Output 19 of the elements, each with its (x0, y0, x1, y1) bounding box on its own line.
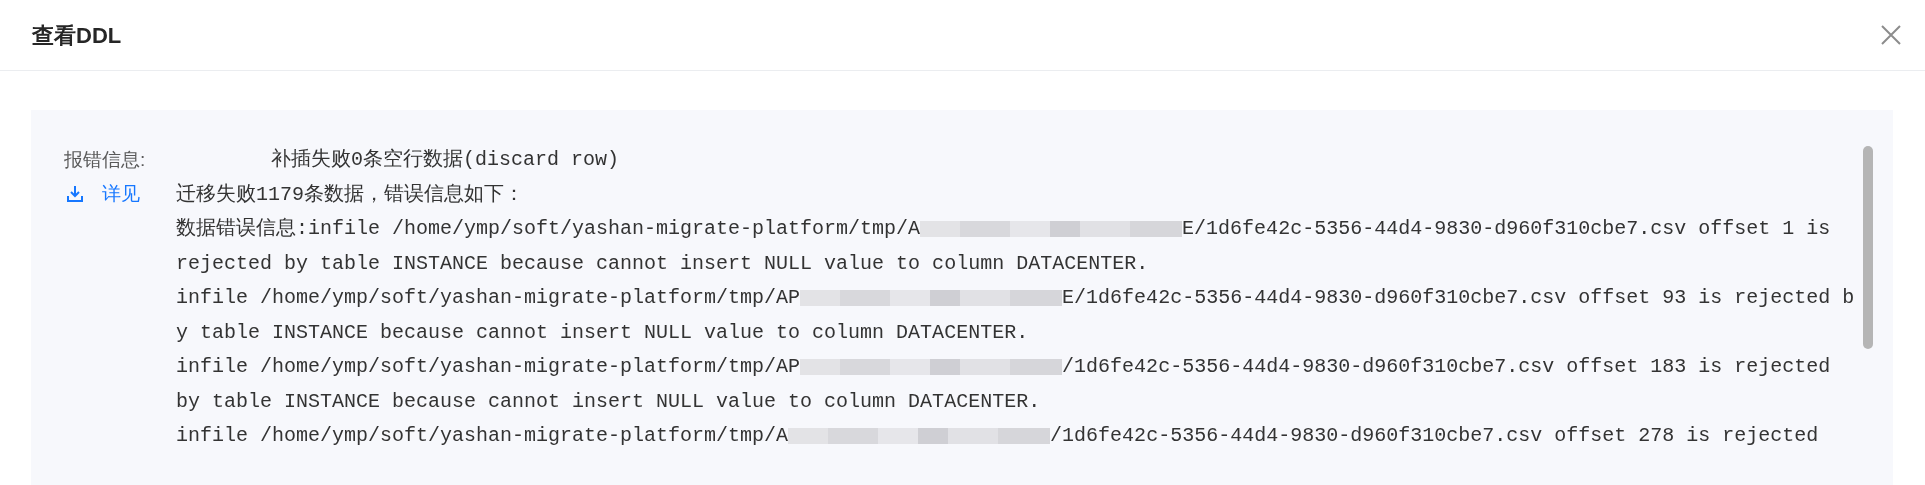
download-icon (66, 185, 84, 203)
log-line: infile /home/ymp/soft/yashan-migrate-platform/tmp/AP (176, 285, 801, 311)
error-label: 报错信息: (64, 148, 147, 172)
detail-link[interactable]: 详见 (64, 177, 176, 211)
log-line: y table INSTANCE because cannot insert NULL value to column DATACENTER. (176, 319, 1030, 346)
log-line: E/1d6fe42c-5356-44d4-9830-d960f310cbe7.csv offset 93 is rejected b (1062, 285, 1855, 311)
close-icon[interactable] (1879, 23, 1903, 47)
log-line: /1d6fe42c-5356-44d4-9830-d960f310cbe7.csv offset 278 is rejected (1050, 423, 1819, 449)
log-line: infile /home/ymp/soft/yashan-migrate-platform/tmp/AP (176, 354, 801, 380)
log-line: 补插失败0条空行数据(discard row) (271, 147, 621, 173)
log-line: 迁移失败1179条数据，错误信息如下： (176, 181, 525, 208)
dialog-title: 查看DDL (32, 21, 122, 50)
log-line: rejected by table INSTANCE because cannot insert NULL value to column DATACENTER. (176, 250, 1150, 277)
log-line: /1d6fe42c-5356-44d4-9830-d960f310cbe7.csv offset 183 is rejected (1062, 354, 1831, 380)
log-line: infile /home/ymp/soft/yashan-migrate-platform/tmp/A (176, 423, 789, 449)
log-line: by table INSTANCE because cannot insert NULL value to column DATACENTER. (176, 388, 1042, 415)
log-line: E/1d6fe42c-5356-44d4-9830-d960f310cbe7.csv offset 1 is (1182, 216, 1831, 242)
scrollbar-thumb[interactable] (1863, 146, 1873, 349)
log-line: 数据错误信息:infile /home/ymp/soft/yashan-migrate-platform/tmp/A (176, 216, 921, 242)
